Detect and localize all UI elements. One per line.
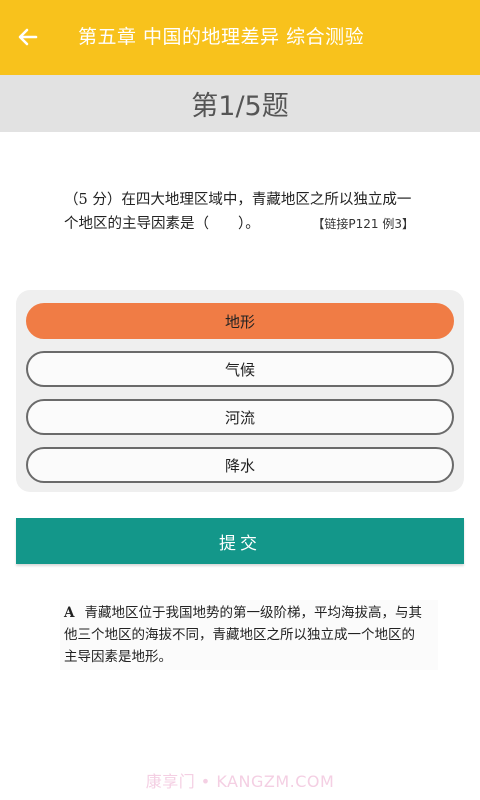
- question-text: （5 分）在四大地理区域中，青藏地区之所以独立成一 个地区的主导因素是（ ）。 …: [64, 188, 424, 236]
- answer-line-1-text: 青藏地区位于我国地势的第一级阶梯，平均海拔高，与其: [84, 605, 422, 621]
- question-line-1: （5 分）在四大地理区域中，青藏地区之所以独立成一: [64, 192, 412, 208]
- arrow-left-icon[interactable]: [16, 25, 40, 49]
- question-line-2: 个地区的主导因素是（ ）。 【链接P121 例3】: [64, 212, 424, 236]
- question-reference: 【链接P121 例3】: [312, 217, 414, 231]
- header-title: 第五章 中国的地理差异 综合测验: [78, 26, 365, 48]
- question-line-2-text: 个地区的主导因素是（ ）。: [64, 216, 260, 232]
- submit-button[interactable]: 提交: [16, 518, 464, 564]
- answer-explanation: A 青藏地区位于我国地势的第一级阶梯，平均海拔高，与其 他三个地区的海拔不同，青藏…: [60, 600, 438, 670]
- option-4[interactable]: 降水: [26, 447, 454, 483]
- options-panel: 地形 气候 河流 降水: [16, 290, 464, 492]
- question-number-bar: 第1/5题: [0, 75, 480, 132]
- answer-line-1: A 青藏地区位于我国地势的第一级阶梯，平均海拔高，与其: [64, 602, 434, 624]
- option-2[interactable]: 气候: [26, 351, 454, 387]
- option-3[interactable]: 河流: [26, 399, 454, 435]
- app-screen: 第五章 中国的地理差异 综合测验 第1/5题 （5 分）在四大地理区域中，青藏地…: [0, 0, 480, 800]
- answer-letter: A: [64, 605, 75, 621]
- answer-line-3: 主导因素是地形。: [64, 649, 172, 665]
- watermark: 康享门 • KANGZM.COM: [145, 772, 335, 791]
- header-bar: 第五章 中国的地理差异 综合测验: [0, 0, 480, 75]
- answer-line-2: 他三个地区的海拔不同，青藏地区之所以独立成一个地区的: [64, 627, 415, 643]
- question-number: 第1/5题: [191, 91, 289, 122]
- option-1[interactable]: 地形: [26, 303, 454, 339]
